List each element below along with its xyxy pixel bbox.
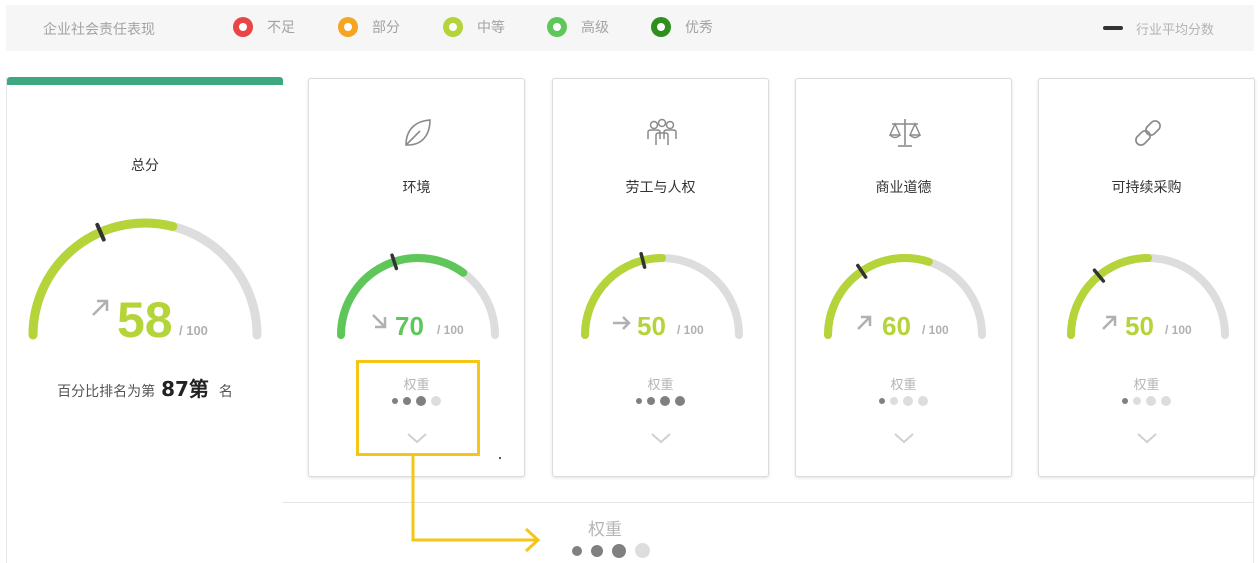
link-icon: [1135, 120, 1161, 146]
scales-icon: [888, 119, 922, 147]
weight-dot: [1146, 396, 1156, 406]
weight-dot: [591, 544, 603, 557]
weight-dot: [572, 545, 582, 556]
legend-industry-average: 行业平均分数: [1136, 23, 1215, 38]
weight-label: 权重: [890, 378, 917, 393]
total-score-value: 58: [117, 292, 173, 348]
rank-suffix: 名: [218, 384, 233, 400]
people-icon: [647, 118, 677, 145]
ethics-score-gauge: 60 / 100: [824, 254, 986, 341]
weight-label: 权重: [647, 378, 674, 393]
total-title: 总分: [131, 158, 159, 174]
legend-label: 优秀: [685, 20, 713, 36]
total-score-gauge: 58 / 100: [28, 218, 262, 348]
card-title: 环境: [402, 180, 431, 196]
card-score-max: / 100: [922, 323, 949, 337]
legend-dot-icon: [443, 17, 463, 37]
card-score-value: 60: [882, 311, 911, 341]
legend-item-moderate: 中等: [443, 17, 505, 37]
environment-score-gauge: 70 / 100: [337, 253, 499, 341]
total-score-max: / 100: [179, 323, 208, 338]
legend-item-partial: 部分: [338, 17, 400, 37]
legend-label: 高级: [581, 20, 609, 36]
category-card-labour-human-rights[interactable]: 劳工与人权 50 / 100 权重: [552, 78, 769, 477]
weight-dot: [636, 398, 642, 404]
weight-dot: [879, 398, 885, 404]
legend-label: 部分: [372, 20, 400, 36]
weight-dot: [918, 396, 928, 406]
category-card-sustainable-procurement[interactable]: 可持续采购 50 / 100 权重: [1038, 78, 1255, 477]
weight-dot: [675, 396, 685, 406]
weight-dots: [553, 396, 768, 406]
weight-dot: [1122, 398, 1128, 404]
weight-dot: [1133, 397, 1141, 405]
card-score-value: 50: [637, 311, 666, 341]
weight-dots: [1039, 396, 1254, 406]
legend-dot-icon: [338, 17, 358, 37]
legend-bar: 企业社会责任表现 不足 部分 中等 高级 优秀 行业平均分数: [6, 5, 1254, 51]
annotation-arrow-icon: [411, 454, 541, 553]
rank-value: 87第: [161, 377, 209, 401]
trend-flat-icon: [613, 316, 631, 330]
chevron-down-icon[interactable]: [649, 431, 673, 445]
zoom-weight-dots: [572, 543, 650, 558]
weight-dot: [890, 397, 898, 405]
labour-score-gauge: 50 / 100: [581, 251, 743, 341]
card-score-value: 70: [395, 311, 424, 341]
card-score-value: 50: [1125, 311, 1154, 341]
zoom-weight-label: 权重: [588, 520, 622, 540]
total-score-panel: 总分 58 / 100 百分比排名为第 87第名: [6, 77, 283, 563]
rank-prefix: 百分比排名为第: [57, 384, 156, 400]
weight-dots: [796, 396, 1011, 406]
weight-dot: [635, 543, 650, 558]
chevron-down-icon[interactable]: [892, 431, 916, 445]
weight-highlight-box: [356, 360, 480, 456]
weight-dot: [1161, 396, 1171, 406]
card-score-max: / 100: [677, 323, 704, 337]
legend-dot-icon: [547, 17, 567, 37]
weight-dot: [660, 396, 670, 406]
legend-label: 中等: [477, 20, 505, 36]
legend-item-insufficient: 不足: [233, 17, 295, 37]
legend-dot-icon: [651, 17, 671, 37]
card-score-max: / 100: [1165, 323, 1192, 337]
industry-average-line-icon: [1103, 26, 1123, 30]
trend-down-icon: [372, 314, 387, 329]
card-title: 可持续采购: [1111, 180, 1182, 196]
category-card-business-ethics[interactable]: 商业道德 60 / 100 权重: [795, 78, 1012, 477]
industry-average-marker: [639, 251, 647, 269]
legend-dot-icon: [233, 17, 253, 37]
chevron-down-icon[interactable]: [1135, 431, 1159, 445]
card-score-max: / 100: [437, 323, 464, 337]
procurement-score-gauge: 50 / 100: [1067, 254, 1229, 341]
legend-item-excellent: 优秀: [651, 17, 713, 37]
card-title: 商业道德: [875, 180, 932, 196]
total-accent-bar: [7, 77, 283, 85]
weight-dot: [647, 397, 655, 405]
weight-dot: [903, 396, 913, 406]
trend-up-icon: [857, 315, 872, 330]
legend-item-advanced: 高级: [547, 17, 609, 37]
trend-up-icon: [1102, 315, 1117, 330]
trend-up-icon: [92, 299, 109, 316]
percentile-rank: 百分比排名为第 87第名: [7, 373, 283, 402]
legend-label: 不足: [267, 20, 295, 36]
weight-label: 权重: [1133, 378, 1160, 393]
leaf-icon: [405, 119, 431, 146]
weight-dot: [612, 543, 626, 558]
gauge-fill: [824, 254, 933, 339]
legend-title: 企业社会责任表现: [43, 22, 155, 38]
card-title: 劳工与人权: [625, 180, 696, 196]
